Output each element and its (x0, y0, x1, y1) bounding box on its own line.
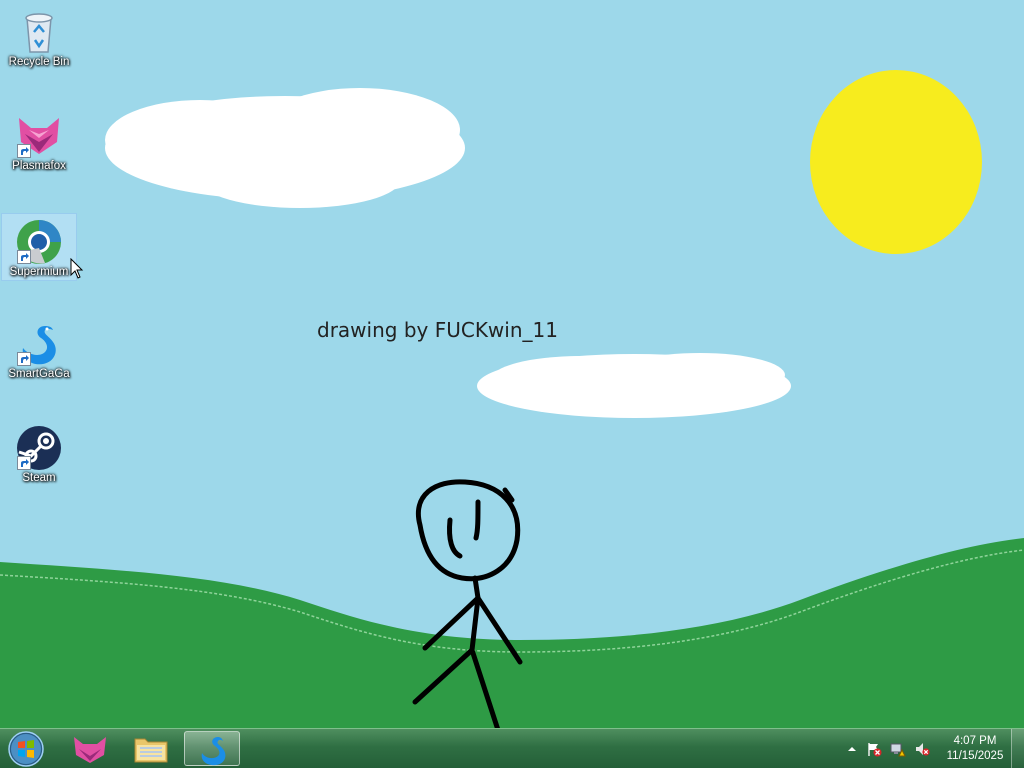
desktop-icon-supermium[interactable]: Supermium (1, 213, 77, 281)
windows-start-orb-icon (8, 731, 44, 767)
taskbar-button-plasmafox[interactable] (62, 731, 118, 766)
shortcut-arrow-icon (17, 352, 31, 366)
desktop-icon-label: Recycle Bin (8, 56, 70, 68)
cloud-small (477, 353, 791, 418)
desktop-icon-label: SmartGaGa (8, 368, 70, 380)
clock-time: 4:07 PM (953, 735, 997, 747)
plasmafox-icon (15, 112, 63, 160)
desktop-icon-recycle-bin[interactable]: Recycle Bin (2, 4, 76, 70)
shortcut-arrow-icon (17, 250, 31, 264)
start-button[interactable] (6, 730, 46, 768)
show-hidden-icons-arrow-icon[interactable] (844, 741, 860, 757)
desktop-icon-steam[interactable]: Steam (2, 420, 76, 486)
sun (810, 70, 982, 254)
smartgaga-icon (15, 320, 63, 368)
shortcut-arrow-icon (17, 456, 31, 470)
taskbar-button-smartgaga[interactable] (184, 731, 240, 766)
desktop-icon-label: Steam (22, 472, 56, 484)
mouse-cursor-icon (70, 258, 84, 279)
desktop-icon-label: Supermium (9, 266, 69, 278)
network-icon[interactable] (890, 741, 906, 757)
steam-icon (15, 424, 63, 472)
clock[interactable]: 4:07 PM 11/15/2025 (940, 734, 1010, 764)
desktop-icon-smartgaga[interactable]: SmartGaGa (2, 316, 76, 382)
wallpaper-caption: drawing by FUCKwin_11 (317, 318, 558, 342)
show-desktop-button[interactable] (1011, 729, 1024, 768)
clock-date: 11/15/2025 (946, 750, 1004, 762)
taskbar: 4:07 PM 11/15/2025 (0, 728, 1024, 768)
supermium-icon (15, 218, 63, 266)
plasmafox-icon (74, 737, 106, 763)
recycle-bin-icon (15, 8, 63, 56)
desktop-icon-plasmafox[interactable]: Plasmafox (2, 108, 76, 174)
smartgaga-icon (201, 737, 226, 766)
volume-muted-icon[interactable] (914, 741, 930, 757)
wallpaper (0, 0, 1024, 768)
desktop[interactable]: drawing by FUCKwin_11 Recycle Bin Plasma… (0, 0, 1024, 768)
shortcut-arrow-icon (17, 144, 31, 158)
folder-icon (134, 738, 168, 763)
desktop-icon-label: Plasmafox (12, 160, 66, 172)
action-center-flag-icon[interactable] (866, 741, 882, 757)
taskbar-button-file-explorer[interactable] (123, 731, 179, 766)
